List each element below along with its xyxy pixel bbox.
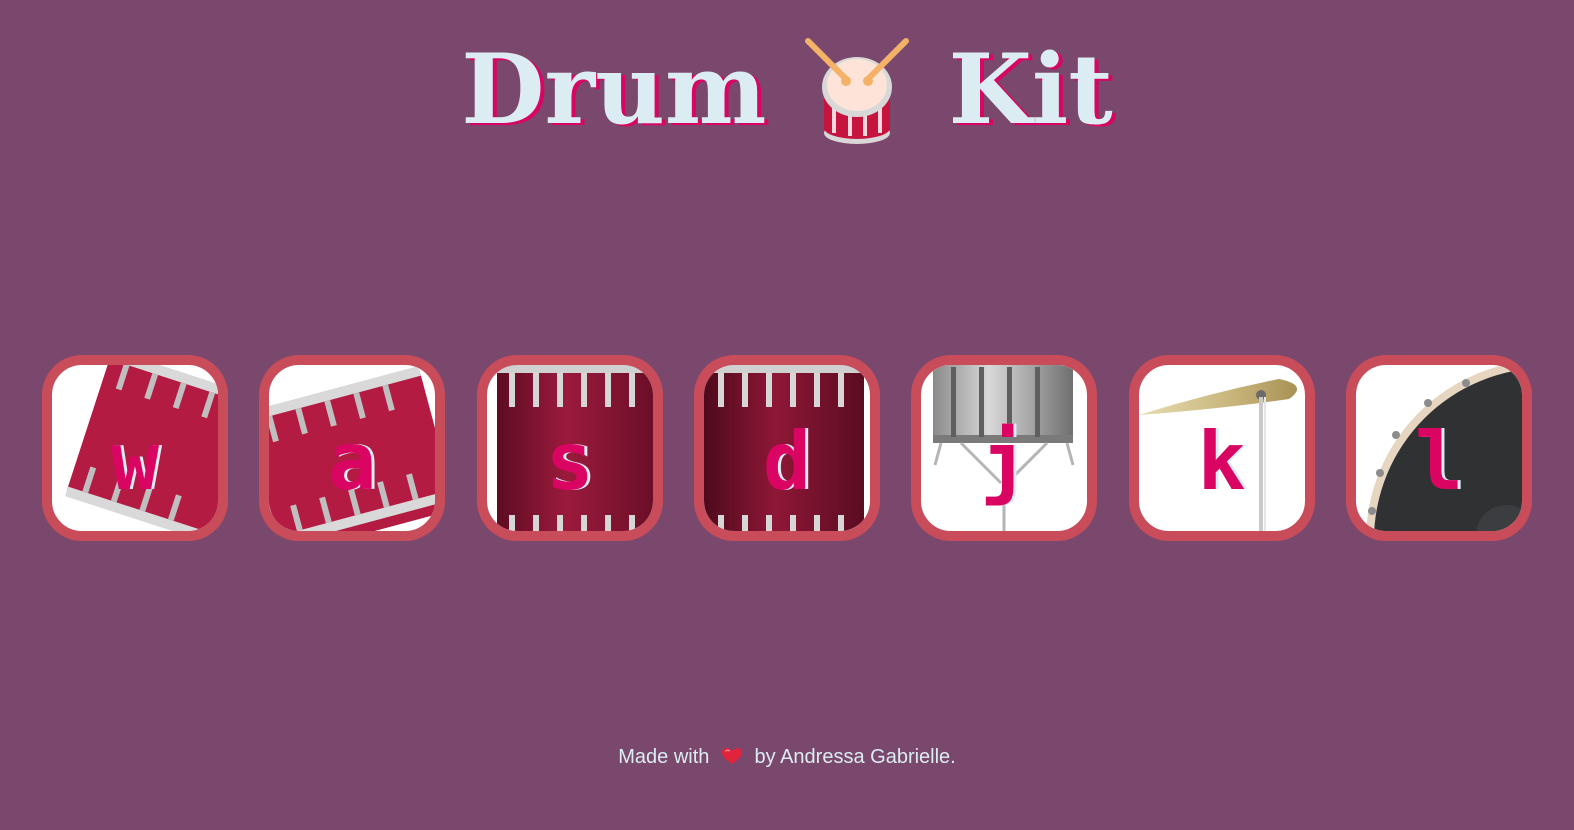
drum-button-l[interactable]: l xyxy=(1345,355,1532,541)
drum-set: w a s d j k l xyxy=(42,355,1532,541)
drum-button-s[interactable]: s xyxy=(476,355,663,541)
drum-key-label: k xyxy=(1197,414,1246,508)
drum-key-label: j xyxy=(980,414,1029,508)
drum-key-label: s xyxy=(545,414,594,508)
title-word-drum: Drum xyxy=(461,33,767,146)
page-title: Drum Kit xyxy=(0,30,1574,150)
title-word-kit: Kit xyxy=(948,33,1113,146)
drum-key-label: a xyxy=(328,414,377,508)
drum-emoji-icon xyxy=(805,38,910,144)
drum-button-w[interactable]: w xyxy=(42,355,228,541)
drum-button-k[interactable]: k xyxy=(1128,355,1315,541)
drum-button-j[interactable]: j xyxy=(911,355,1098,541)
drum-key-label: d xyxy=(762,414,812,508)
drum-button-a[interactable]: a xyxy=(259,355,446,541)
footer-prefix: Made with xyxy=(618,746,710,768)
drum-button-d[interactable]: d xyxy=(693,355,880,541)
footer: Made with by Andressa Gabrielle. xyxy=(0,746,1574,769)
footer-suffix: by Andressa Gabrielle. xyxy=(754,746,956,768)
drum-key-label: l xyxy=(1414,414,1464,508)
drum-key-label: w xyxy=(110,414,160,508)
heart-icon xyxy=(721,748,742,764)
